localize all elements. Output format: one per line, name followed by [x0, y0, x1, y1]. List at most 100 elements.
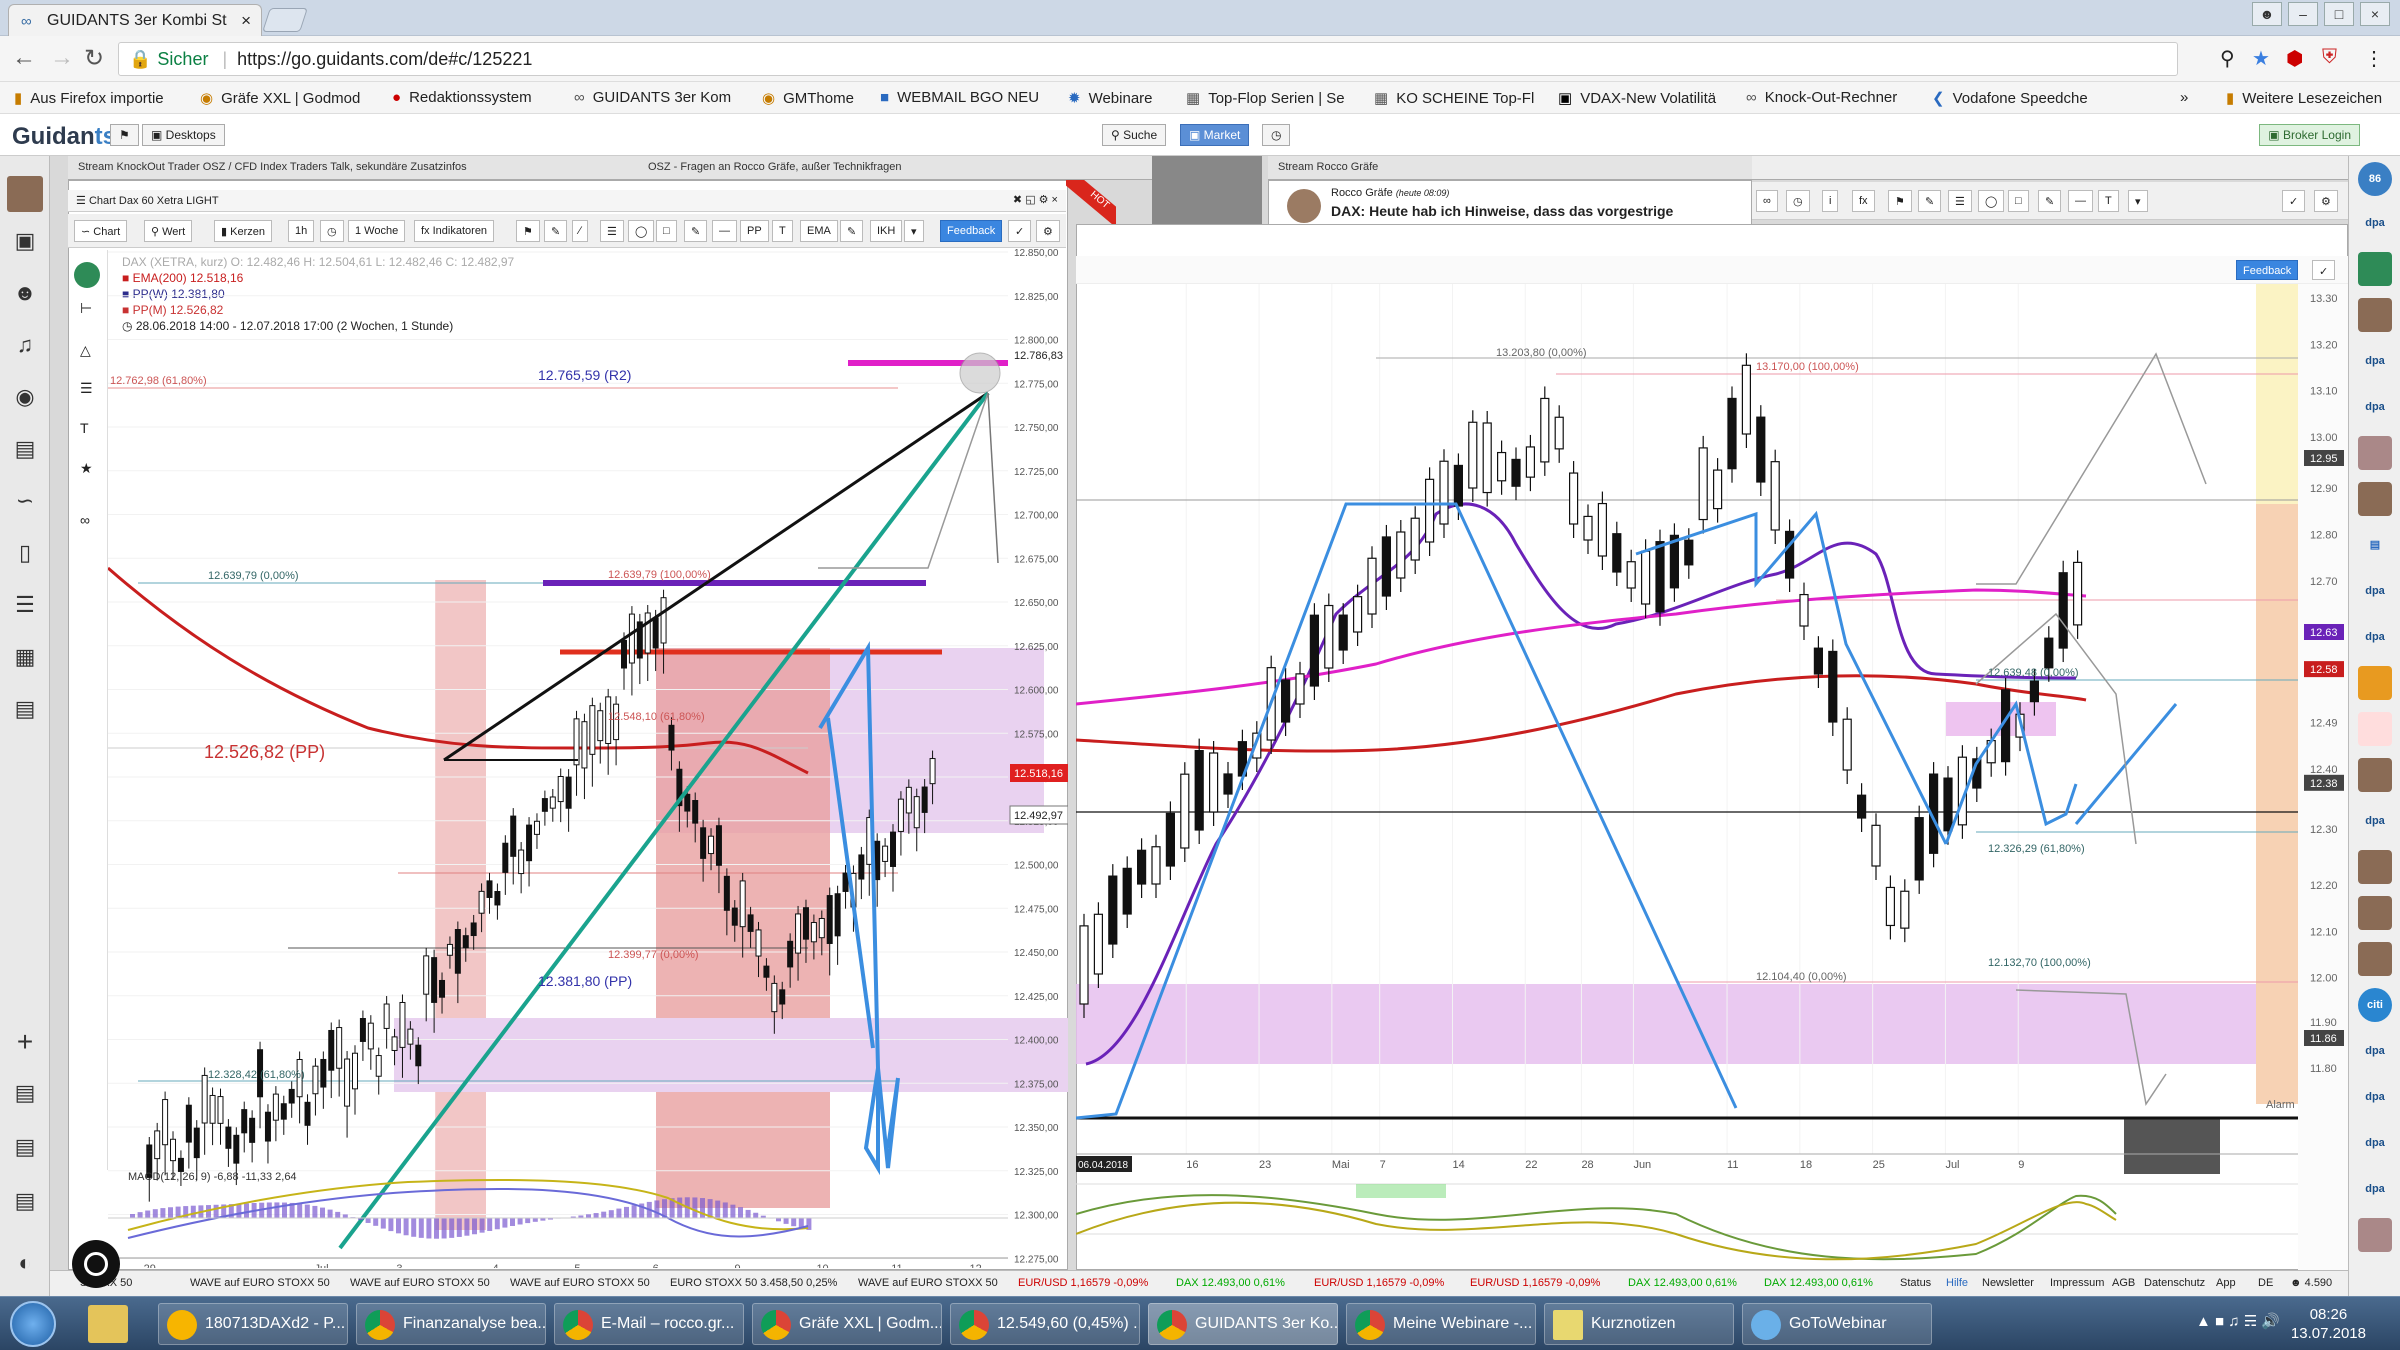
status-link[interactable]: Status [1900, 1277, 1931, 1289]
dpa-afx-icon[interactable]: dpa [2358, 390, 2392, 424]
panel-tab-mid[interactable]: OSZ - Fragen an Rocco Gräfe, außer Techn… [638, 156, 1152, 180]
author-avatar[interactable] [2358, 942, 2392, 976]
chart-line-icon[interactable]: ∽ [10, 488, 40, 518]
dpa-afx-icon[interactable]: dpa [2358, 206, 2392, 240]
draw-icon[interactable]: ✎ [1918, 190, 1942, 212]
add-icon[interactable]: + [10, 1026, 40, 1057]
system-clock[interactable]: 08:26 13.07.2018 [2291, 1305, 2366, 1343]
ticker-item[interactable]: EUR/USD 1,16579 -0,09% [1018, 1277, 1148, 1289]
dax-badge-icon[interactable] [74, 262, 100, 288]
bookmark-item[interactable]: ◉ GMThome [762, 89, 854, 107]
dpa-afx-icon[interactable]: dpa [2358, 620, 2392, 654]
ellipse-icon[interactable]: ◯ [628, 220, 655, 242]
rect-icon[interactable]: □ [656, 220, 677, 242]
portfolio-icon[interactable]: ▤ [10, 436, 40, 466]
lines-icon[interactable]: ☰ [80, 380, 93, 397]
author-avatar[interactable] [2358, 896, 2392, 930]
ticker-item[interactable]: WAVE auf EURO STOXX 50 [510, 1277, 650, 1289]
folder-f-icon[interactable]: ▤ [10, 1134, 40, 1164]
text-tool-icon[interactable]: T [80, 420, 89, 436]
taskbar-item[interactable]: Kurznotizen [1544, 1303, 1734, 1345]
feedback-button[interactable]: Feedback [2236, 260, 2299, 280]
language-link[interactable]: DE [2258, 1277, 2273, 1289]
maximize-button[interactable]: □ [2324, 2, 2354, 26]
magnet-icon[interactable]: ∞ [80, 512, 90, 528]
clock-icon[interactable]: ◷ [320, 220, 344, 242]
other-bookmarks[interactable]: ▮ Weitere Lesezeichen [2226, 89, 2382, 107]
ticker-item[interactable]: DAX 12.493,00 0,61% [1764, 1277, 1873, 1289]
forward-icon[interactable]: → [50, 44, 74, 72]
author-avatar[interactable] [2358, 1218, 2392, 1252]
ema-button[interactable]: EMA [800, 220, 838, 242]
draw-icon[interactable]: ✎ [544, 220, 568, 242]
bookmark-item[interactable]: ● Redaktionssystem [392, 89, 532, 106]
left-chart-svg[interactable]: 12.762,98 (61,80%) 12.765,59 (R2) 12.639… [108, 248, 1068, 1268]
shield-icon[interactable]: ⛨ [2322, 46, 2337, 69]
taskbar-item[interactable]: Gräfe XXL | Godm... [752, 1303, 942, 1345]
bookmark-item[interactable]: ∞ Knock-Out-Rechner [1746, 89, 1897, 106]
value-search-button[interactable]: ⚲ Wert [144, 220, 193, 242]
newsletter-link[interactable]: Newsletter [1982, 1277, 2034, 1289]
pencil-icon[interactable]: ✎ [684, 220, 708, 242]
bookmark-item[interactable]: ◉ Gräfe XXL | Godmod [200, 89, 360, 107]
citi-icon[interactable]: citi [2358, 988, 2392, 1022]
flag-icon[interactable]: ⚑ [516, 220, 540, 242]
explorer-icon[interactable] [88, 1305, 128, 1343]
bookmark-item[interactable]: ▮ Aus Firefox importie [14, 89, 164, 107]
candles-button[interactable]: ▮ Kerzen [214, 220, 272, 242]
text-icon[interactable]: T [772, 220, 793, 242]
app-link[interactable]: App [2216, 1277, 2236, 1289]
guidants-bubble-icon[interactable] [72, 1240, 120, 1288]
user-avatar[interactable] [7, 176, 43, 212]
system-tray[interactable]: ▲ ■ ♫ ☴ 🔊 [2196, 1312, 2280, 1330]
close-tab-icon[interactable]: × [241, 11, 251, 31]
right-chart-svg[interactable]: 13.203,80 (0,00%) 13.170,00 (100,00%) 12… [1076, 284, 2348, 1174]
menu-icon[interactable]: ☰ [76, 195, 86, 207]
start-button[interactable] [10, 1301, 56, 1347]
minimize-button[interactable]: – [2288, 2, 2318, 26]
interval-button[interactable]: 1h [288, 220, 315, 242]
dpa-afx-icon[interactable]: dpa [2358, 1034, 2392, 1068]
ticker-item[interactable]: DAX 12.493,00 0,61% [1176, 1277, 1285, 1289]
pencil-icon[interactable]: ✎ [2038, 190, 2062, 212]
agb-link[interactable]: AGB [2112, 1277, 2135, 1289]
range-button[interactable]: 1 Woche [348, 220, 406, 242]
bookmark-item[interactable]: ✹ Webinare [1068, 89, 1153, 107]
panel-tab-stream[interactable]: Stream Rocco Gräfe [1268, 156, 1752, 180]
dropdown-icon[interactable]: ▾ [2128, 190, 2148, 212]
new-tab-button[interactable] [262, 8, 308, 32]
dpa-afx-icon[interactable]: dpa [2358, 1172, 2392, 1206]
bell-icon[interactable]: ♫ [10, 332, 40, 362]
taskbar-item[interactable]: 12.549,60 (0,45%) ... [950, 1303, 1140, 1345]
address-bar[interactable]: 🔒 Sicher | https://go.guidants.com/de#c/12… [118, 42, 2178, 76]
dpa-afx-icon[interactable]: dpa [2358, 574, 2392, 608]
settings-icon[interactable]: ⚙ [2314, 190, 2338, 212]
dpa-afx-icon[interactable]: dpa [2358, 1126, 2392, 1160]
dpa-afx-icon[interactable]: dpa [2358, 1080, 2392, 1114]
bookmark-star-icon[interactable]: ★ [2252, 46, 2270, 71]
author-avatar[interactable] [2358, 758, 2392, 792]
notification-count-badge[interactable]: 86 [2358, 162, 2392, 196]
news-icon[interactable]: ▤ [10, 696, 40, 726]
fx-icon[interactable]: fx [1852, 190, 1875, 212]
diamond-icon[interactable] [2358, 252, 2392, 286]
text-icon[interactable]: T [2098, 190, 2119, 212]
lines-icon[interactable]: ☰ [600, 220, 624, 242]
timer-icon[interactable]: ◷ [1262, 124, 1291, 146]
menu-icon[interactable]: ⋮ [2364, 46, 2384, 71]
profile-icon[interactable]: ☻ [2252, 2, 2282, 26]
chart-type-button[interactable]: ∽ Chart [74, 220, 128, 242]
crosshair-icon[interactable]: ⊢ [80, 300, 92, 317]
author-avatar[interactable] [2358, 712, 2392, 746]
bookmark-desktop-icon[interactable]: ⚑ [110, 124, 139, 146]
desktops-button[interactable]: ▣ Desktops [142, 124, 225, 146]
check-icon[interactable]: ✓ [2282, 190, 2306, 212]
fib-icon[interactable]: ★ [80, 460, 93, 477]
privacy-link[interactable]: Datenschutz [2144, 1277, 2205, 1289]
reload-icon[interactable]: ↻ [84, 44, 104, 73]
bookmark-item[interactable]: ▦ KO SCHEINE Top-Fl [1374, 89, 1534, 107]
browser-tab[interactable]: ∞ GUIDANTS 3er Kombi St × [8, 4, 262, 36]
triangle-icon[interactable]: △ [80, 342, 91, 359]
ticker-item[interactable]: EUR/USD 1,16579 -0,09% [1470, 1277, 1600, 1289]
flag-icon[interactable]: ⚑ [1888, 190, 1912, 212]
